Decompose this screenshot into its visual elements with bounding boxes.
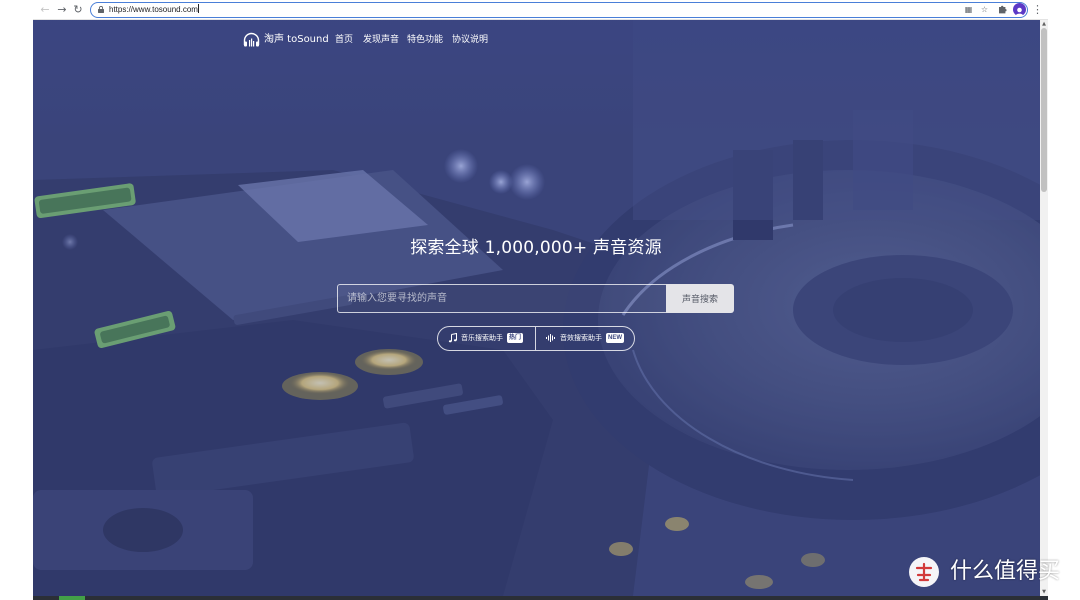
scroll-up-arrow-icon[interactable]: ▲ <box>1040 20 1048 28</box>
forward-arrow-icon[interactable]: → <box>55 3 69 17</box>
hot-badge: 热门 <box>507 333 524 343</box>
scroll-thumb[interactable] <box>1041 28 1047 192</box>
bookmark-star-icon[interactable]: ☆ <box>979 4 990 15</box>
browser-menu-icon[interactable]: ⋮ <box>1032 2 1043 17</box>
new-badge: NEW <box>606 333 624 343</box>
sfx-assistant-label: 音效搜索助手 <box>560 334 602 342</box>
nav-features[interactable]: 特色功能 <box>407 34 443 47</box>
hero-title: 探索全球 1,000,000+ 声音资源 <box>410 238 662 258</box>
watermark-logo-icon <box>909 557 939 587</box>
text-caret <box>197 4 199 13</box>
headphones-logo-icon[interactable] <box>243 32 260 48</box>
nav-discover[interactable]: 发现声音 <box>363 34 399 47</box>
back-arrow-icon[interactable]: ← <box>38 3 52 17</box>
watermark-text: 什么值得买 <box>950 559 1061 584</box>
page-viewport: 淘声 toSound 首页 发现声音 特色功能 协议说明 探索全球 1,000,… <box>33 20 1040 596</box>
url-text[interactable]: https://www.tosound.com <box>109 3 199 16</box>
qr-code-icon[interactable]: ▦ <box>963 4 974 15</box>
sfx-search-assistant-button[interactable]: 音效搜索助手 NEW <box>536 327 636 350</box>
nav-agreement[interactable]: 协议说明 <box>452 34 488 47</box>
site-logo-text[interactable]: 淘声 toSound <box>264 33 329 47</box>
lock-icon <box>98 6 104 13</box>
page-scrollbar[interactable]: ▲ ▼ <box>1040 20 1048 596</box>
address-bar[interactable]: https://www.tosound.com ▦ ☆ <box>90 2 1028 18</box>
waveform-icon <box>546 334 555 342</box>
scroll-down-arrow-icon[interactable]: ▼ <box>1040 588 1048 596</box>
person-icon <box>1015 7 1024 16</box>
taskbar-active-indicator <box>59 596 85 600</box>
music-search-assistant-button[interactable]: 音乐搜索助手 热门 <box>438 327 535 350</box>
taskbar-strip <box>33 596 1048 600</box>
extensions-puzzle-icon[interactable] <box>997 4 1008 15</box>
music-assistant-label: 音乐搜索助手 <box>461 334 503 342</box>
sound-search-input[interactable] <box>337 284 666 313</box>
profile-avatar-icon[interactable] <box>1013 3 1026 16</box>
search-assistant-group: 音乐搜索助手 热门 音效搜索助手 NEW <box>437 326 635 351</box>
reload-icon[interactable]: ↻ <box>71 3 85 17</box>
nav-home[interactable]: 首页 <box>335 34 353 47</box>
music-note-icon <box>448 333 457 343</box>
browser-toolbar: ← → ↻ https://www.tosound.com ▦ ☆ ⋮ <box>33 0 1048 20</box>
sound-search-button[interactable]: 声音搜索 <box>666 284 734 313</box>
